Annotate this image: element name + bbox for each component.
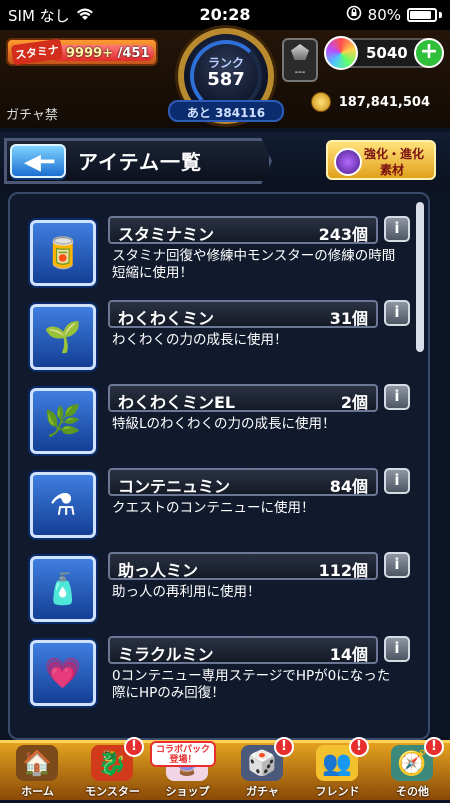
- item-name: スタミナミン: [118, 225, 215, 244]
- tab-friend[interactable]: 👥 フレンド!: [300, 737, 375, 803]
- gold-value: 187,841,504: [338, 94, 430, 110]
- item-count: 31個: [329, 309, 368, 328]
- miracle-heart-icon: 💗: [30, 640, 96, 706]
- back-arrow-icon: ◀━: [24, 150, 55, 175]
- item-description: クエストのコンテニューに使用！: [112, 500, 315, 516]
- tab-home[interactable]: 🏠 ホーム: [0, 743, 75, 803]
- gem-icon: [291, 44, 309, 60]
- item-description: 助っ人の再利用に使用！: [112, 584, 261, 600]
- item-info-button[interactable]: i: [384, 636, 410, 662]
- rank-value: 587: [207, 69, 245, 90]
- list-item[interactable]: 🧴 助っ人ミン 112個 i 助っ人の再利用に使用！: [10, 544, 428, 628]
- item-count: 112個: [318, 561, 368, 580]
- stamina-max: /451: [117, 46, 150, 61]
- item-description: 特級Lのわくわくの力の成長に使用！: [112, 416, 336, 432]
- item-name-plate: スタミナミン 243個: [108, 216, 378, 244]
- battery-area: 80%: [346, 5, 442, 25]
- stamina-gauge[interactable]: スタミナ 9999+ /451: [6, 38, 158, 66]
- helper-bottle-icon: 🧴: [30, 556, 96, 622]
- tab-label: モンスター: [85, 785, 140, 798]
- list-item[interactable]: ⚗ コンテニュミン 84個 i クエストのコンテニューに使用！: [10, 460, 428, 544]
- add-orb-button[interactable]: +: [414, 38, 444, 68]
- status-bar: SIM なし 20:28 80%: [0, 0, 450, 30]
- item-name-plate: わくわくミンEL 2個: [108, 384, 378, 412]
- evolve-label-2: 素材: [380, 163, 405, 177]
- orb-icon: [324, 36, 358, 70]
- tab-label: ホーム: [21, 785, 54, 798]
- tab-label: フレンド: [315, 785, 360, 798]
- battery-percent: 80%: [367, 6, 401, 24]
- item-name: 助っ人ミン: [118, 561, 199, 580]
- tab-other[interactable]: 🧭 その他!: [375, 737, 450, 803]
- item-description: スタミナ回復や修練中モンスターの修練の時間短縮に使用！: [112, 248, 396, 281]
- item-name-plate: ミラクルミン 14個: [108, 636, 378, 664]
- scrollbar[interactable]: [416, 202, 424, 352]
- item-name-plate: コンテニュミン 84個: [108, 468, 378, 496]
- battery-icon: [407, 8, 437, 22]
- tab-monster[interactable]: 🐉 モンスター!: [75, 737, 150, 803]
- tab-gacha[interactable]: 🎲 ガチャ!: [225, 737, 300, 803]
- item-info-button[interactable]: i: [384, 384, 410, 410]
- item-description: 0コンテニュー専用ステージでHPが0になった際にHPのみ回復！: [112, 668, 391, 701]
- stamina-value: 9999+ /451: [66, 46, 150, 61]
- tab-label: その他: [396, 785, 429, 798]
- item-info-button[interactable]: i: [384, 552, 410, 578]
- rank-next-exp: あと 384116: [168, 100, 284, 122]
- gacha-ban-label: ガチャ禁: [6, 108, 58, 123]
- list-item[interactable]: 💗 ミラクルミン 14個 i 0コンテニュー専用ステージでHPが0になった際にH…: [10, 628, 428, 712]
- evolve-material-button[interactable]: 強化・進化 素材: [326, 140, 436, 180]
- list-item[interactable]: 🥫 スタミナミン 243個 i スタミナ回復や修練中モンスターの修練の時間短縮に…: [10, 208, 428, 292]
- item-info-button[interactable]: i: [384, 468, 410, 494]
- coin-icon: [310, 92, 331, 112]
- game-header: スタミナ 9999+ /451 ランク 587 あと 384116 --- 50…: [0, 28, 450, 128]
- item-name: コンテニュミン: [118, 477, 231, 496]
- item-name: わくわくミンEL: [118, 393, 236, 412]
- list-item[interactable]: 🌱 わくわくミン 31個 i わくわくの力の成長に使用！: [10, 292, 428, 376]
- item-count: 14個: [329, 645, 368, 664]
- item-count: 84個: [329, 477, 368, 496]
- item-info-button[interactable]: i: [384, 300, 410, 326]
- continue-flask-icon: ⚗: [30, 472, 96, 538]
- home-icon: 🏠: [16, 745, 58, 781]
- item-count: 243個: [318, 225, 368, 244]
- notification-badge: !: [349, 737, 369, 757]
- item-description: わくわくの力の成長に使用！: [112, 332, 288, 348]
- collab-pack-badge: コラボパック登場！: [150, 741, 216, 767]
- sprout-bottle-icon: 🌱: [30, 304, 96, 370]
- stamina-current: 9999+: [66, 46, 114, 61]
- gold-counter: 187,841,504: [310, 92, 430, 112]
- stamina-can-icon: 🥫: [30, 220, 96, 286]
- item-name: ミラクルミン: [118, 645, 214, 664]
- item-info-button[interactable]: i: [384, 216, 410, 242]
- item-name-plate: 助っ人ミン 112個: [108, 552, 378, 580]
- item-name-plate: わくわくミン 31個: [108, 300, 378, 328]
- notification-badge: !: [124, 737, 144, 757]
- orb-counter: 5040 +: [324, 36, 444, 70]
- tab-label: ショップ: [165, 785, 210, 798]
- list-item[interactable]: 🌿 わくわくミンEL 2個 i 特級Lのわくわくの力の成長に使用！: [10, 376, 428, 460]
- evolve-ball-icon: [334, 148, 362, 176]
- monster-slot-button[interactable]: ---: [282, 38, 318, 82]
- evolve-label-1: 強化・進化: [364, 147, 425, 161]
- monster-slot-text: ---: [294, 67, 306, 78]
- page-title: アイテム一覧: [78, 150, 202, 174]
- item-name: わくわくミン: [118, 309, 215, 328]
- back-button[interactable]: ◀━: [10, 144, 66, 178]
- rotation-lock-icon: [346, 5, 362, 25]
- notification-badge: !: [424, 737, 444, 757]
- battery-tip: [439, 12, 442, 18]
- item-list[interactable]: 🥫 スタミナミン 243個 i スタミナ回復や修練中モンスターの修練の時間短縮に…: [8, 192, 430, 740]
- title-bar: ◀━ アイテム一覧 強化・進化 素材: [0, 132, 450, 188]
- tab-bar: 🏠 ホーム🐉 モンスター!🔮 ショップコラボパック登場！🎲 ガチャ!👥 フレンド…: [0, 737, 450, 803]
- item-count: 2個: [340, 393, 368, 412]
- sprout-bottle-el-icon: 🌿: [30, 388, 96, 454]
- tab-label: ガチャ: [246, 785, 279, 798]
- notification-badge: !: [274, 737, 294, 757]
- orb-count: 5040: [366, 44, 408, 62]
- stamina-label: スタミナ: [10, 38, 64, 66]
